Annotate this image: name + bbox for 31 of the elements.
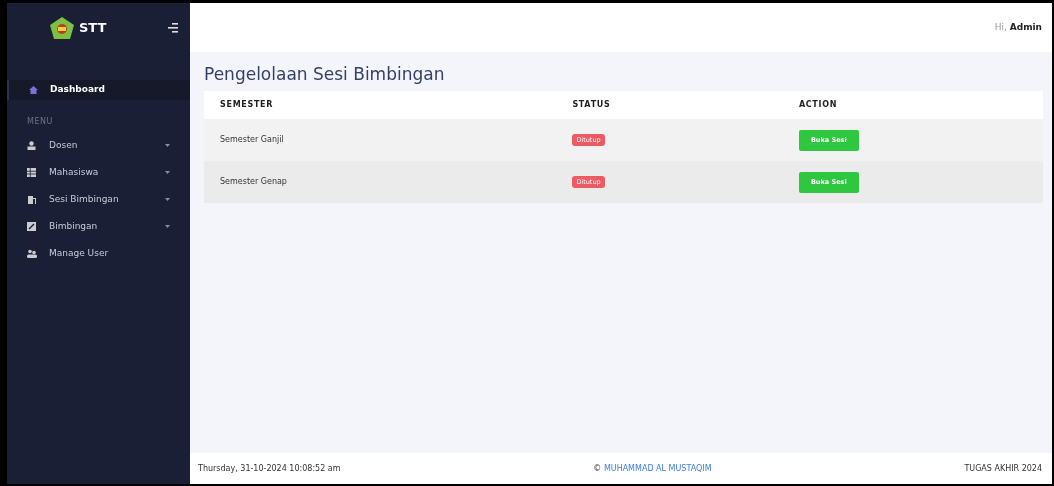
edit-icon (27, 222, 37, 231)
footer-label: TUGAS AKHIR 2024 (964, 462, 1042, 475)
table-icon (27, 168, 37, 177)
user-icon (27, 141, 37, 150)
users-icon (27, 249, 37, 258)
menu-icon[interactable] (168, 22, 178, 33)
semester-name: Semester Genap (220, 177, 287, 187)
column-header: STATUS (556, 91, 783, 120)
caret-icon (165, 225, 170, 228)
caret-icon (165, 198, 170, 201)
sidebar-item[interactable]: Bimbingan (7, 213, 190, 240)
footer-datetime: Thursday, 31-10-2024 10:08:52 am (198, 462, 341, 475)
user-greeting: Hi, Admin (994, 20, 1042, 34)
section-label: MENU (26, 116, 54, 128)
home-icon (29, 86, 38, 94)
page-title: Pengelolaan Sesi Bimbingan (204, 64, 446, 85)
sidebar-item[interactable]: Manage User (7, 240, 190, 267)
caret-icon (165, 171, 170, 174)
door-icon (27, 195, 37, 204)
author-link[interactable]: MUHAMMAD AL MUSTAQIM (603, 463, 712, 473)
footer-copyright: © MUHAMMAD AL MUSTAQIM (593, 462, 712, 475)
logo-icon (49, 15, 75, 40)
column-header: ACTION (782, 91, 1043, 120)
sidebar-item[interactable]: Mahasiswa (7, 159, 190, 186)
semester-name: Semester Ganjil (220, 135, 284, 145)
column-header: SEMESTER (204, 91, 557, 120)
brand-name: STT (79, 18, 107, 37)
sidebar-item[interactable]: Dashboard (7, 80, 190, 100)
caret-icon (165, 144, 170, 147)
sidebar-item[interactable]: Dosen (7, 132, 190, 159)
sidebar-item[interactable]: Sesi Bimbingan (7, 186, 190, 213)
